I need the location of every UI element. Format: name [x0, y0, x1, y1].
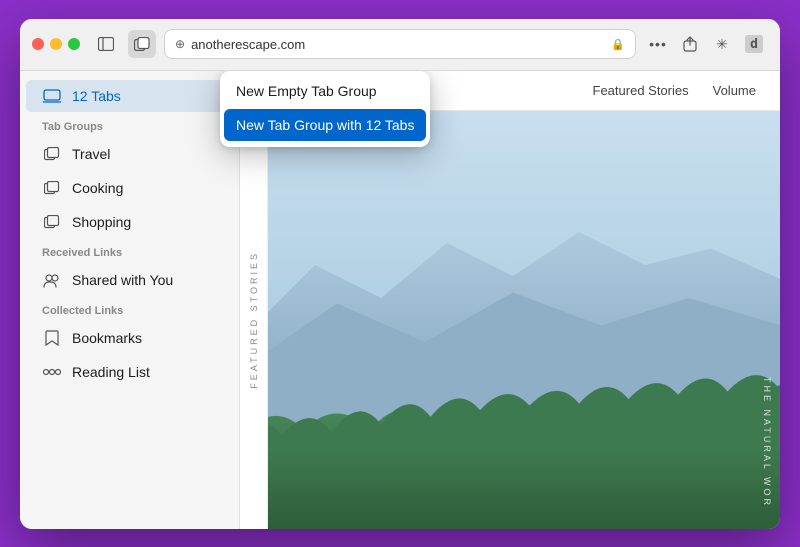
shopping-label: Shopping: [72, 214, 131, 230]
sidebar-item-shared[interactable]: Shared with You: [26, 264, 233, 296]
cooking-label: Cooking: [72, 180, 123, 196]
more-button[interactable]: •••: [644, 30, 672, 58]
dropdown-item-with-tabs[interactable]: New Tab Group with 12 Tabs: [224, 109, 426, 141]
laptop-icon: [42, 86, 62, 106]
tab-group-icon: [134, 37, 150, 51]
address-text: anotherescape.com: [191, 37, 605, 52]
titlebar: ⊕ anotherescape.com 🔒 ••• ✳ d: [20, 19, 780, 71]
sidebar-toggle-button[interactable]: [92, 30, 120, 58]
sidebar-icon: [98, 37, 114, 51]
browser-window: ⊕ anotherescape.com 🔒 ••• ✳ d: [20, 19, 780, 529]
minimize-button[interactable]: [50, 38, 62, 50]
received-links-label: Received Links: [20, 239, 239, 263]
reading-list-label: Reading List: [72, 364, 150, 380]
travel-tab-icon: [42, 144, 62, 164]
sidebar-item-reading-list[interactable]: Reading List: [26, 356, 233, 388]
collected-links-label: Collected Links: [20, 297, 239, 321]
ai-button[interactable]: ✳: [708, 30, 736, 58]
titlebar-right: ••• ✳ d: [644, 30, 768, 58]
landscape-image: The Natural Wor: [268, 111, 780, 529]
shared-label: Shared with You: [72, 272, 173, 288]
shared-icon: [42, 270, 62, 290]
bookmarks-label: Bookmarks: [72, 330, 142, 346]
sparkle-icon: ✳: [716, 36, 728, 53]
sidebar-item-shopping[interactable]: Shopping: [26, 206, 233, 238]
dropdown-popover: New Empty Tab Group New Tab Group with 1…: [220, 71, 430, 147]
cooking-tab-icon: [42, 178, 62, 198]
vertical-label: Featured Stories: [249, 251, 259, 389]
extension-button[interactable]: d: [740, 30, 768, 58]
share-button[interactable]: [676, 30, 704, 58]
fullscreen-button[interactable]: [68, 38, 80, 50]
globe-icon: ⊕: [175, 37, 185, 51]
tab-groups-label: Tab Groups: [20, 113, 239, 137]
sidebar-item-cooking[interactable]: Cooking: [26, 172, 233, 204]
bookmark-icon: [42, 328, 62, 348]
sidebar-item-tabs[interactable]: 12 Tabs: [26, 80, 233, 112]
lock-icon: 🔒: [611, 38, 625, 51]
nav-link-stories[interactable]: Featured Stories: [593, 83, 689, 98]
vertical-text-panel: Featured Stories: [240, 111, 268, 529]
webpage-body: Featured Stories: [240, 111, 780, 529]
reading-list-icon: [42, 362, 62, 382]
sidebar-item-bookmarks[interactable]: Bookmarks: [26, 322, 233, 354]
share-icon: [683, 36, 697, 52]
nav-link-volume[interactable]: Volume: [713, 83, 756, 98]
tab-group-button[interactable]: [128, 30, 156, 58]
shopping-tab-icon: [42, 212, 62, 232]
sidebar-item-travel[interactable]: Travel: [26, 138, 233, 170]
right-vertical-text: The Natural Wor: [762, 377, 772, 508]
address-bar[interactable]: ⊕ anotherescape.com 🔒: [164, 29, 636, 59]
main-content: 12 Tabs Tab Groups Travel: [20, 71, 780, 529]
extension-icon: d: [745, 35, 763, 53]
travel-label: Travel: [72, 146, 110, 162]
dropdown-item-empty[interactable]: New Empty Tab Group: [220, 75, 430, 107]
sidebar: 12 Tabs Tab Groups Travel: [20, 71, 240, 529]
close-button[interactable]: [32, 38, 44, 50]
traffic-lights: [32, 38, 80, 50]
ellipsis-icon: •••: [649, 36, 667, 52]
active-tab-label: 12 Tabs: [72, 88, 121, 104]
